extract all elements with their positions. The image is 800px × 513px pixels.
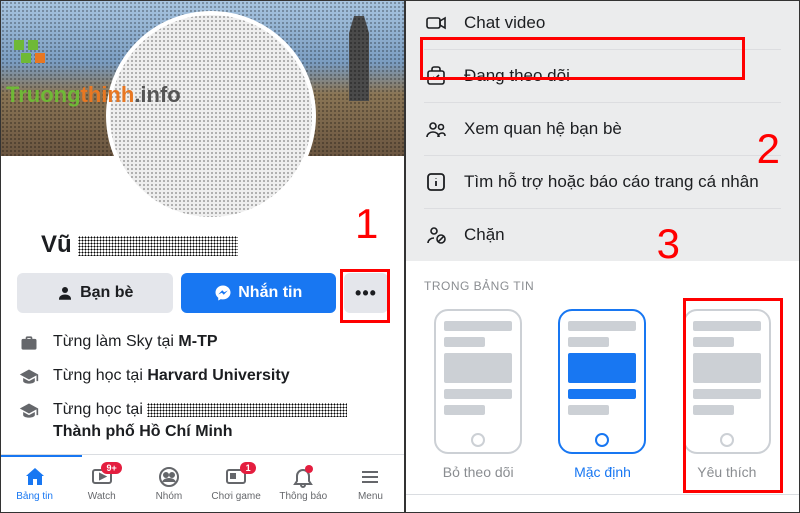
- message-button[interactable]: Nhắn tin: [181, 273, 337, 313]
- about-work-text: Từng làm Sky tại M-TP: [53, 331, 218, 353]
- feed-option-label: Mặc định: [574, 464, 631, 480]
- divider: [406, 494, 799, 495]
- message-button-label: Nhắn tin: [238, 284, 302, 302]
- phone-icon: [434, 309, 522, 454]
- menu-report[interactable]: Tìm hỗ trợ hoặc báo cáo trang cá nhân: [424, 155, 781, 208]
- nav-badge: 9+: [101, 462, 121, 474]
- step-number-2: 2: [757, 125, 780, 173]
- nav-label: Bảng tin: [16, 491, 53, 502]
- bottom-nav: Bảng tin 9+ Watch Nhóm 1 Chơi game Thông…: [1, 454, 404, 512]
- annotation-box-1: [340, 269, 390, 323]
- watermark-text-b: thinh: [81, 82, 135, 107]
- annotation-box-2: [420, 37, 745, 80]
- nav-label: Watch: [88, 491, 116, 502]
- nav-label: Chơi game: [211, 491, 260, 502]
- nav-indicator: [1, 455, 82, 457]
- bell-icon: [291, 465, 315, 489]
- feed-option-label: Bỏ theo dõi: [443, 464, 514, 480]
- tv-icon: 9+: [90, 465, 114, 489]
- watermark-logo: [6, 36, 56, 76]
- nav-label: Thông báo: [279, 491, 327, 502]
- menu-label: Chặn: [464, 225, 505, 245]
- nav-newsfeed[interactable]: Bảng tin: [1, 465, 68, 502]
- about-section: Từng làm Sky tại M-TP Từng học tại Harva…: [1, 327, 404, 456]
- people-icon: [424, 117, 450, 141]
- redacted-school: [147, 403, 347, 417]
- step-number-1: 1: [355, 200, 378, 248]
- nav-label: Menu: [358, 491, 383, 502]
- nav-menu[interactable]: Menu: [337, 465, 404, 502]
- menu-label: Xem quan hệ bạn bè: [464, 119, 622, 139]
- nav-groups[interactable]: Nhóm: [135, 465, 202, 502]
- redacted-name: [78, 236, 238, 256]
- menu-label: Tìm hỗ trợ hoặc báo cáo trang cá nhân: [464, 172, 759, 192]
- menu-friendship[interactable]: Xem quan hệ bạn bè: [424, 102, 781, 155]
- step-number-3: 3: [657, 220, 680, 268]
- feed-option-unfollow[interactable]: Bỏ theo dõi: [434, 309, 522, 480]
- profile-name-text: Vũ: [41, 231, 72, 258]
- group-icon: [157, 465, 181, 489]
- friends-button-label: Bạn bè: [80, 284, 133, 302]
- profile-name: Vũ: [1, 231, 404, 259]
- person-icon: [56, 284, 74, 302]
- camera-icon: [424, 11, 450, 35]
- nav-label: Nhóm: [156, 491, 183, 502]
- annotation-box-3: [683, 298, 783, 493]
- about-edu-text: Từng học tại Harvard University: [53, 365, 290, 387]
- game-icon: 1: [224, 465, 248, 489]
- watermark-text-c: .info: [134, 82, 180, 107]
- feed-option-default[interactable]: Mặc định: [558, 309, 646, 480]
- grad-cap-icon: [19, 401, 41, 421]
- about-edu2-row[interactable]: Từng học tại Thành phố Hồ Chí Minh: [19, 399, 386, 442]
- feed-section-title: TRONG BẢNG TIN: [424, 279, 785, 293]
- friends-button[interactable]: Bạn bè: [17, 273, 173, 313]
- menu-icon: [358, 465, 382, 489]
- watermark-text-a: Truong: [6, 82, 81, 107]
- phone-icon: [558, 309, 646, 454]
- menu-label: Chat video: [464, 13, 545, 33]
- messenger-icon: [214, 284, 232, 302]
- about-work-row[interactable]: Từng làm Sky tại M-TP: [19, 331, 386, 353]
- nav-watch[interactable]: 9+ Watch: [68, 465, 135, 502]
- about-edu2-text: Từng học tại Thành phố Hồ Chí Minh: [53, 399, 347, 442]
- briefcase-icon: [19, 333, 41, 353]
- about-edu-row[interactable]: Từng học tại Harvard University: [19, 365, 386, 387]
- home-icon: [23, 465, 47, 489]
- nav-notifications[interactable]: Thông báo: [270, 465, 337, 502]
- menu-block[interactable]: Chặn: [424, 208, 781, 261]
- info-icon: [424, 170, 450, 194]
- grad-cap-icon: [19, 367, 41, 387]
- nav-gaming[interactable]: 1 Chơi game: [203, 465, 270, 502]
- nav-badge: 1: [240, 462, 256, 474]
- block-icon: [424, 223, 450, 247]
- watermark: Truongthinh.info: [6, 36, 181, 108]
- profile-screen: Truongthinh.info Vũ Bạn bè Nhắn tin •••: [1, 1, 406, 512]
